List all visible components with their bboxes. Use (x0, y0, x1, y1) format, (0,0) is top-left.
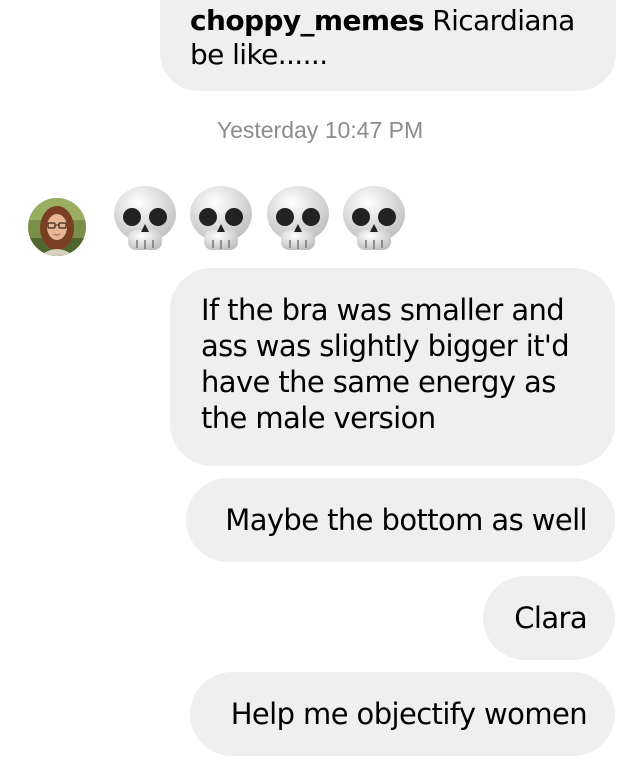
post-username: choppy_memes (190, 4, 425, 37)
message-text: Help me objectify women (230, 697, 588, 731)
avatar[interactable] (28, 198, 86, 256)
skull-icon (267, 186, 329, 250)
message-bubble[interactable]: Clara (483, 576, 615, 660)
shared-post-bubble[interactable]: choppy_memes Ricardiana be like...... (160, 0, 616, 91)
avatar-photo (28, 198, 86, 256)
message-bubble[interactable]: Maybe the bottom as well (186, 478, 615, 562)
skull-icon (343, 186, 405, 250)
skull-icon (190, 186, 252, 250)
message-text: Clara (514, 601, 587, 635)
message-bubble[interactable]: If the bra was smaller and ass was sligh… (170, 268, 615, 466)
message-timestamp: Yesterday 10:47 PM (216, 117, 424, 143)
skull-icon (114, 186, 176, 250)
message-bubble[interactable]: Help me objectify women (190, 672, 615, 756)
message-text: If the bra was smaller and ass was sligh… (201, 293, 570, 435)
message-text: Maybe the bottom as well (225, 503, 587, 537)
